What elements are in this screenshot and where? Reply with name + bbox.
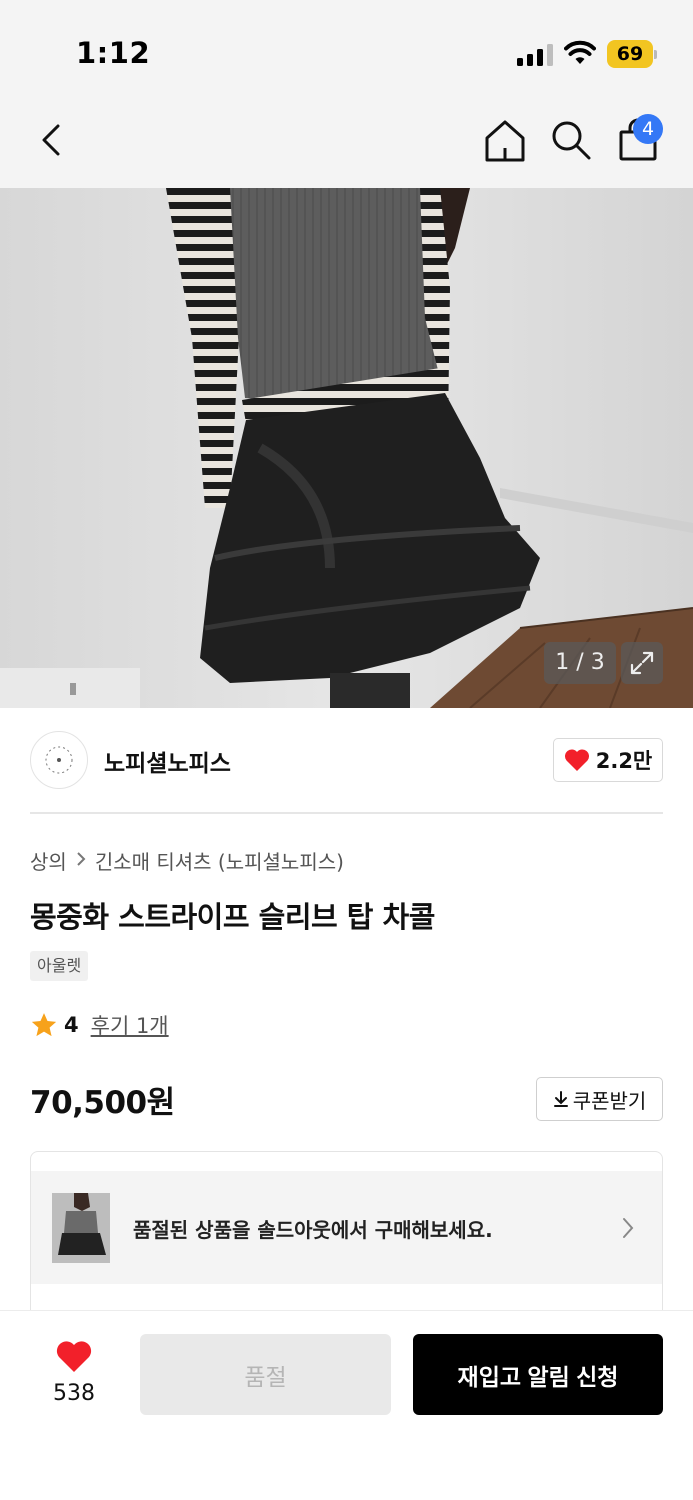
search-icon[interactable] <box>549 118 593 162</box>
outlet-tag: 아울렛 <box>30 951 89 981</box>
soldout-thumbnail <box>52 1193 110 1263</box>
home-icon[interactable] <box>482 118 528 164</box>
back-chevron-icon[interactable] <box>30 118 74 162</box>
chevron-right-icon <box>616 1214 640 1242</box>
top-nav-bar <box>0 96 693 188</box>
wifi-icon <box>564 40 596 66</box>
signal-icon <box>517 44 553 66</box>
brand-like-count: 2.2만 <box>595 749 653 773</box>
product-title: 몽중화 스트라이프 슬리브 탑 차콜 <box>30 900 435 934</box>
wishlist-count: 538 <box>53 1381 95 1406</box>
star-icon <box>31 1013 57 1037</box>
image-page-indicator: 1 / 3 <box>544 642 616 684</box>
chevron-right-icon <box>75 849 87 873</box>
heart-icon <box>564 749 589 771</box>
product-image[interactable] <box>0 188 693 708</box>
download-icon <box>553 1091 568 1107</box>
status-bar: 1:12 69 <box>0 0 693 96</box>
coupon-label: 쿠폰받기 <box>572 1088 647 1113</box>
brand-like-button[interactable]: 2.2만 <box>553 738 663 782</box>
rating-score: 4 <box>64 1013 79 1037</box>
breadcrumb-subcategory[interactable]: 긴소매 티셔츠 (노피셜노피스) <box>95 846 344 875</box>
soldout-button: 품절 <box>140 1334 391 1415</box>
breadcrumb: 상의 긴소매 티셔츠 (노피셜노피스) <box>30 846 344 875</box>
soldout-banner-text: 품절된 상품을 솔드아웃에서 구매해보세요. <box>133 1218 493 1242</box>
battery-icon: 69 <box>607 40 657 68</box>
coupon-button[interactable]: 쿠폰받기 <box>536 1077 663 1121</box>
restock-alert-button[interactable]: 재입고 알림 신청 <box>413 1334 663 1415</box>
brand-logo[interactable] <box>30 731 88 789</box>
divider <box>30 812 663 814</box>
rating-row: 4 후기 1개 <box>30 1010 169 1040</box>
product-price: 70,500원 <box>30 1085 175 1121</box>
breadcrumb-category[interactable]: 상의 <box>30 846 67 875</box>
status-time: 1:12 <box>76 36 151 70</box>
battery-level: 69 <box>607 40 653 68</box>
expand-icon[interactable] <box>621 642 663 684</box>
brand-name[interactable]: 노피셜노피스 <box>104 744 231 778</box>
heart-icon <box>56 1341 92 1372</box>
review-count-link[interactable]: 후기 1개 <box>91 1010 169 1040</box>
cart-count-badge: 4 <box>633 114 663 144</box>
